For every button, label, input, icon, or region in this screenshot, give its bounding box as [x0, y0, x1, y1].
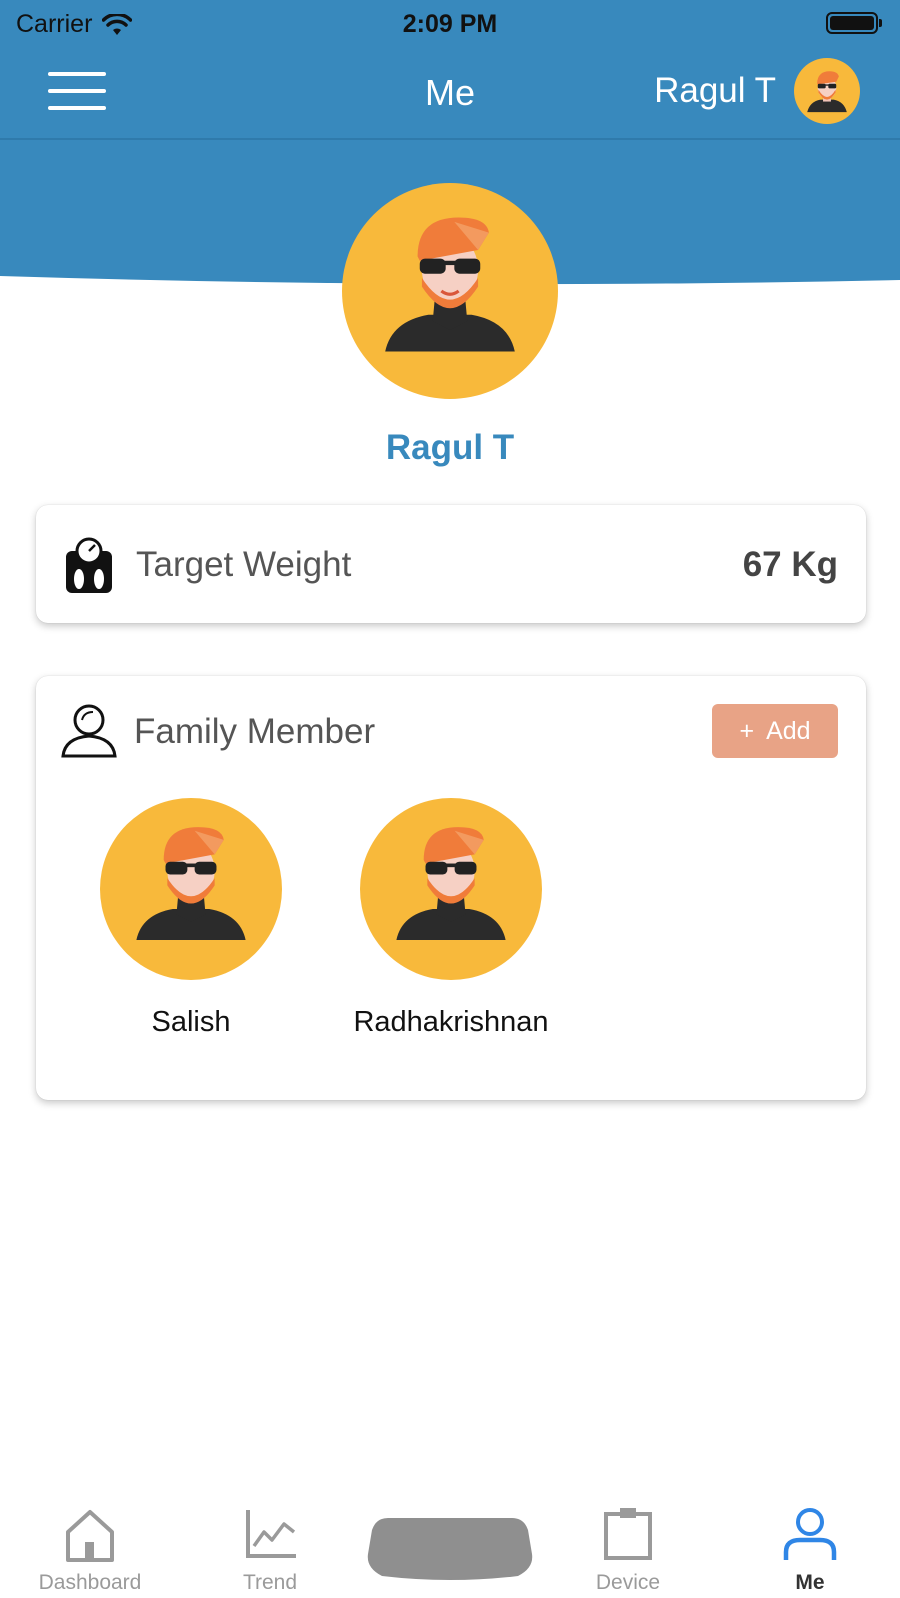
target-weight-card[interactable]: Target Weight 67 Kg — [36, 505, 866, 623]
device-icon — [604, 1508, 652, 1560]
tab-trend[interactable]: Trend — [220, 1504, 320, 1595]
tab-label: Trend — [242, 1571, 298, 1594]
bottom-tab-bar: Dashboard Trend Device Me — [0, 1490, 900, 1598]
family-member-card: Family Member + Add Salish Radhakrishnan — [36, 676, 866, 1100]
scale-icon[interactable] — [366, 1514, 534, 1582]
line-chart-icon — [246, 1510, 296, 1558]
member-name: Radhakrishnan — [353, 1006, 549, 1038]
header-user[interactable]: Ragul T — [654, 58, 860, 124]
status-bar: Carrier 2:09 PM — [0, 0, 900, 46]
header-user-name: Ragul T — [654, 71, 776, 110]
header-avatar[interactable] — [794, 58, 860, 124]
weight-scale-icon — [66, 537, 112, 593]
plus-icon: + — [739, 716, 755, 745]
user-outline-icon — [61, 704, 117, 758]
add-button-label: Add — [766, 716, 811, 745]
member-avatar — [100, 798, 282, 980]
tab-device[interactable]: Device — [578, 1504, 678, 1595]
tab-label: Me — [795, 1571, 825, 1594]
user-icon — [783, 1508, 837, 1560]
member-name: Salish — [151, 1006, 231, 1038]
tab-label: Device — [595, 1571, 661, 1594]
tab-label: Dashboard — [38, 1571, 142, 1594]
tab-dashboard[interactable]: Dashboard — [30, 1504, 150, 1595]
profile-avatar[interactable] — [342, 183, 558, 399]
status-time: 2:09 PM — [402, 10, 498, 38]
battery-icon — [826, 12, 882, 34]
family-member-item[interactable]: Radhakrishnan — [336, 798, 566, 1039]
add-family-member-button[interactable]: + Add — [712, 704, 838, 758]
target-weight-label: Target Weight — [136, 545, 352, 584]
navigation-bar: Me Ragul T — [0, 46, 900, 140]
home-icon — [66, 1510, 114, 1562]
tab-me[interactable]: Me — [760, 1504, 860, 1595]
member-avatar — [360, 798, 542, 980]
profile-name: Ragul T — [385, 428, 515, 467]
target-weight-value: 67 Kg — [742, 545, 838, 584]
family-member-item[interactable]: Salish — [76, 798, 306, 1039]
family-member-label: Family Member — [134, 712, 376, 751]
